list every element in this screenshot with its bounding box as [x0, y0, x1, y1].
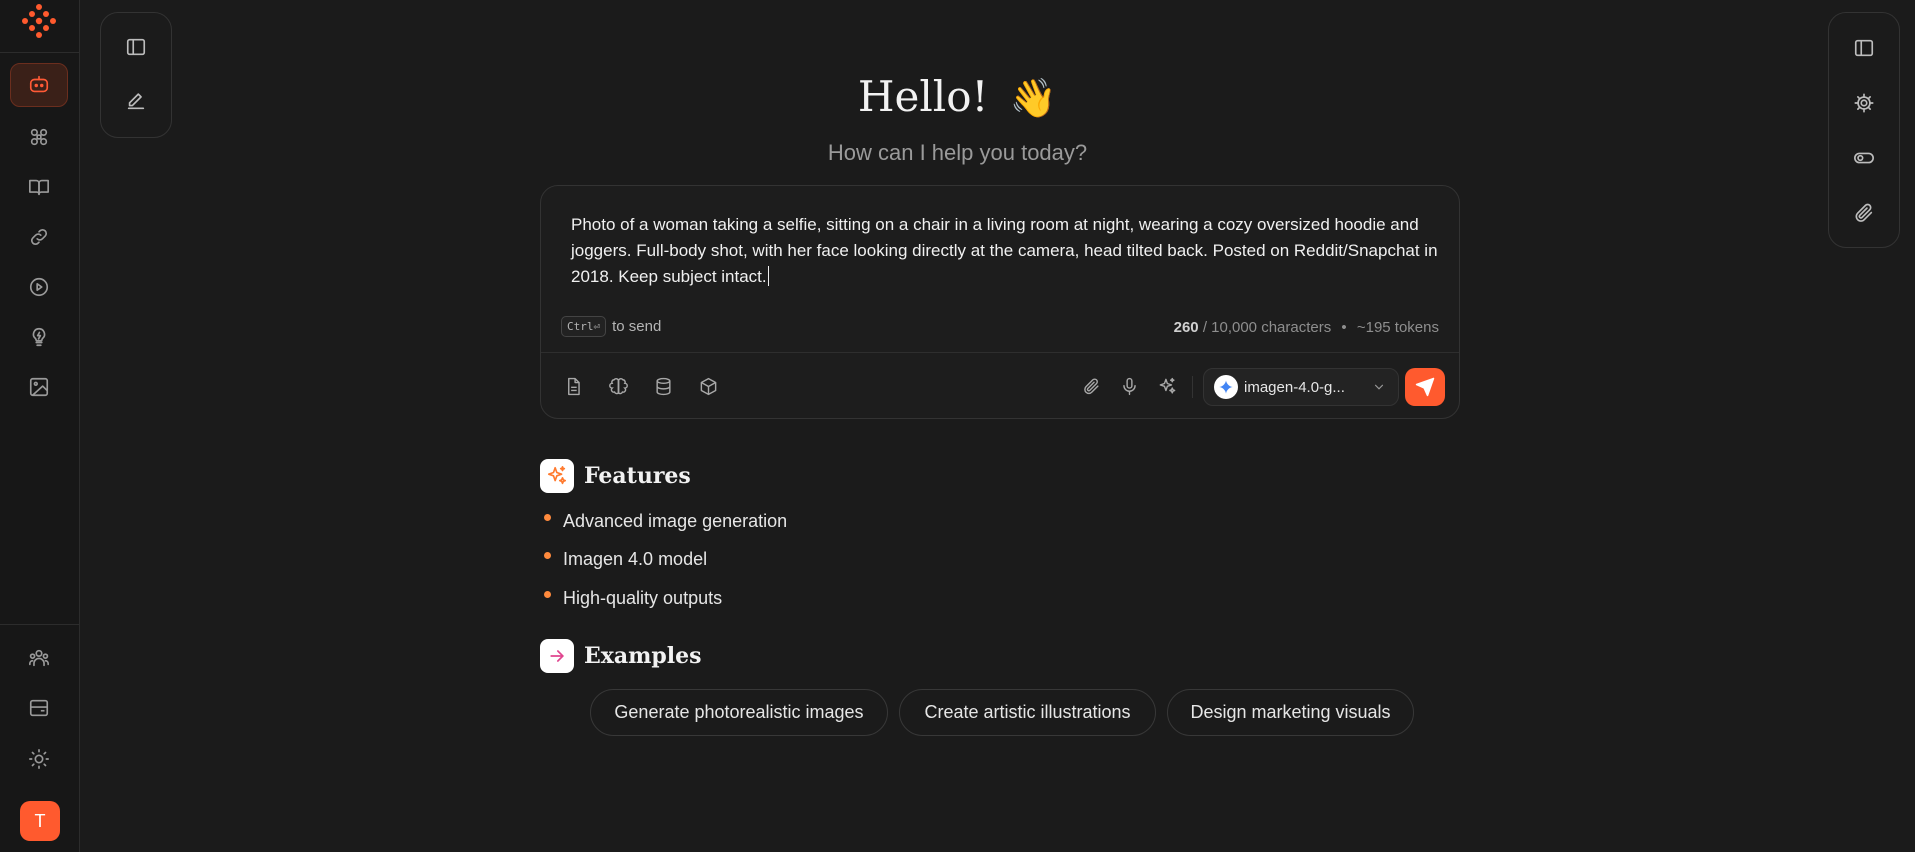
sidebar-item-team[interactable] [10, 636, 68, 680]
sidebar-item-library[interactable] [10, 165, 68, 209]
send-icon [1415, 377, 1435, 397]
prompt-textarea[interactable]: Photo of a woman taking a selfie, sittin… [571, 212, 1441, 290]
theme-toggle[interactable] [10, 737, 68, 781]
lightbulb-icon [32, 327, 46, 347]
bullet [544, 552, 551, 559]
token-count: ~195 tokens [1356, 319, 1439, 336]
avatar-initial: T [34, 810, 46, 831]
bullet [544, 514, 551, 521]
stats-separator: • [1341, 319, 1347, 336]
chevron-down-icon [1374, 384, 1384, 390]
sidebar-item-media[interactable] [10, 265, 68, 309]
app-logo-icon[interactable] [20, 2, 58, 40]
cube-icon [700, 377, 716, 395]
greeting-subtitle: How can I help you today? [827, 140, 1088, 165]
examples-header: Examples [540, 639, 702, 673]
char-count: 260 [1173, 319, 1199, 336]
document-tool-button[interactable] [555, 368, 591, 404]
reasoning-tool-button[interactable] [600, 368, 636, 404]
feature-text: High-quality outputs [563, 588, 723, 608]
gemini-logo-icon [1214, 375, 1238, 399]
arrow-right-icon [540, 639, 574, 673]
greeting-text: Hello! [857, 72, 989, 121]
sparkles-icon [1159, 377, 1175, 394]
send-hint: Ctrl⏎ to send [561, 316, 661, 337]
feature-item: High-quality outputs [544, 588, 722, 609]
usage-stats: 260 / 10,000 characters • ~195 tokens [1174, 319, 1439, 336]
paperclip-icon [1855, 203, 1873, 222]
book-open-icon [29, 179, 49, 196]
example-chip[interactable]: Create artistic illustrations [899, 689, 1156, 736]
composer-divider [541, 352, 1459, 353]
avatar[interactable]: T [20, 801, 60, 841]
features-title: Features [584, 463, 691, 489]
sidebar-item-images[interactable] [10, 365, 68, 409]
users-icon [29, 649, 49, 667]
toggle-sidebar-button[interactable] [112, 25, 160, 69]
sparkles-icon [540, 459, 574, 493]
brain-icon [608, 377, 628, 394]
attachments-button[interactable] [1840, 191, 1888, 235]
feature-text: Imagen 4.0 model [563, 549, 708, 569]
enhance-prompt-button[interactable] [1149, 368, 1185, 404]
tools-divider [1192, 376, 1193, 398]
right-tool-panel [1828, 12, 1900, 248]
database-icon [655, 377, 671, 395]
greeting-title: Hello! 👋 [0, 72, 1915, 121]
feature-text: Advanced image generation [563, 511, 788, 531]
toggle-right-panel-button[interactable] [1840, 26, 1888, 70]
send-button[interactable] [1405, 368, 1445, 406]
feature-item: Advanced image generation [544, 511, 787, 532]
example-chip[interactable]: Design marketing visuals [1167, 689, 1414, 736]
examples-title: Examples [584, 643, 702, 669]
image-icon [29, 377, 49, 397]
file-text-icon [567, 377, 580, 395]
model-name: imagen-4.0-g... [1244, 378, 1345, 396]
sidebar-item-ideas[interactable] [10, 315, 68, 359]
shortcut-text: to send [612, 318, 662, 335]
panel-left-icon [126, 38, 146, 56]
paperclip-icon [1083, 377, 1099, 394]
package-tool-button[interactable] [690, 368, 726, 404]
sidebar-divider [0, 624, 79, 625]
sidebar-divider [0, 52, 79, 53]
prompt-composer: Photo of a woman taking a selfie, sittin… [540, 185, 1460, 419]
link-icon [30, 228, 48, 246]
char-limit: / 10,000 characters [1202, 319, 1332, 336]
microphone-icon [1122, 377, 1136, 395]
example-chip[interactable]: Generate photorealistic images [590, 689, 888, 736]
wave-emoji: 👋 [1009, 76, 1058, 120]
sidebar-item-billing[interactable] [10, 686, 68, 730]
left-sidebar: T [0, 0, 80, 852]
sun-icon [29, 749, 49, 769]
play-circle-icon [29, 277, 49, 297]
wallet-icon [29, 699, 49, 717]
panel-icon [1854, 39, 1874, 57]
features-header: Features [540, 459, 691, 493]
shortcut-key: Ctrl⏎ [561, 316, 607, 337]
voice-input-button[interactable] [1111, 368, 1147, 404]
feature-item: Imagen 4.0 model [544, 549, 707, 570]
database-tool-button[interactable] [645, 368, 681, 404]
bullet [544, 591, 551, 598]
attach-file-button[interactable] [1073, 368, 1109, 404]
model-selector[interactable]: imagen-4.0-g... [1203, 368, 1399, 406]
sidebar-item-links[interactable] [10, 215, 68, 259]
